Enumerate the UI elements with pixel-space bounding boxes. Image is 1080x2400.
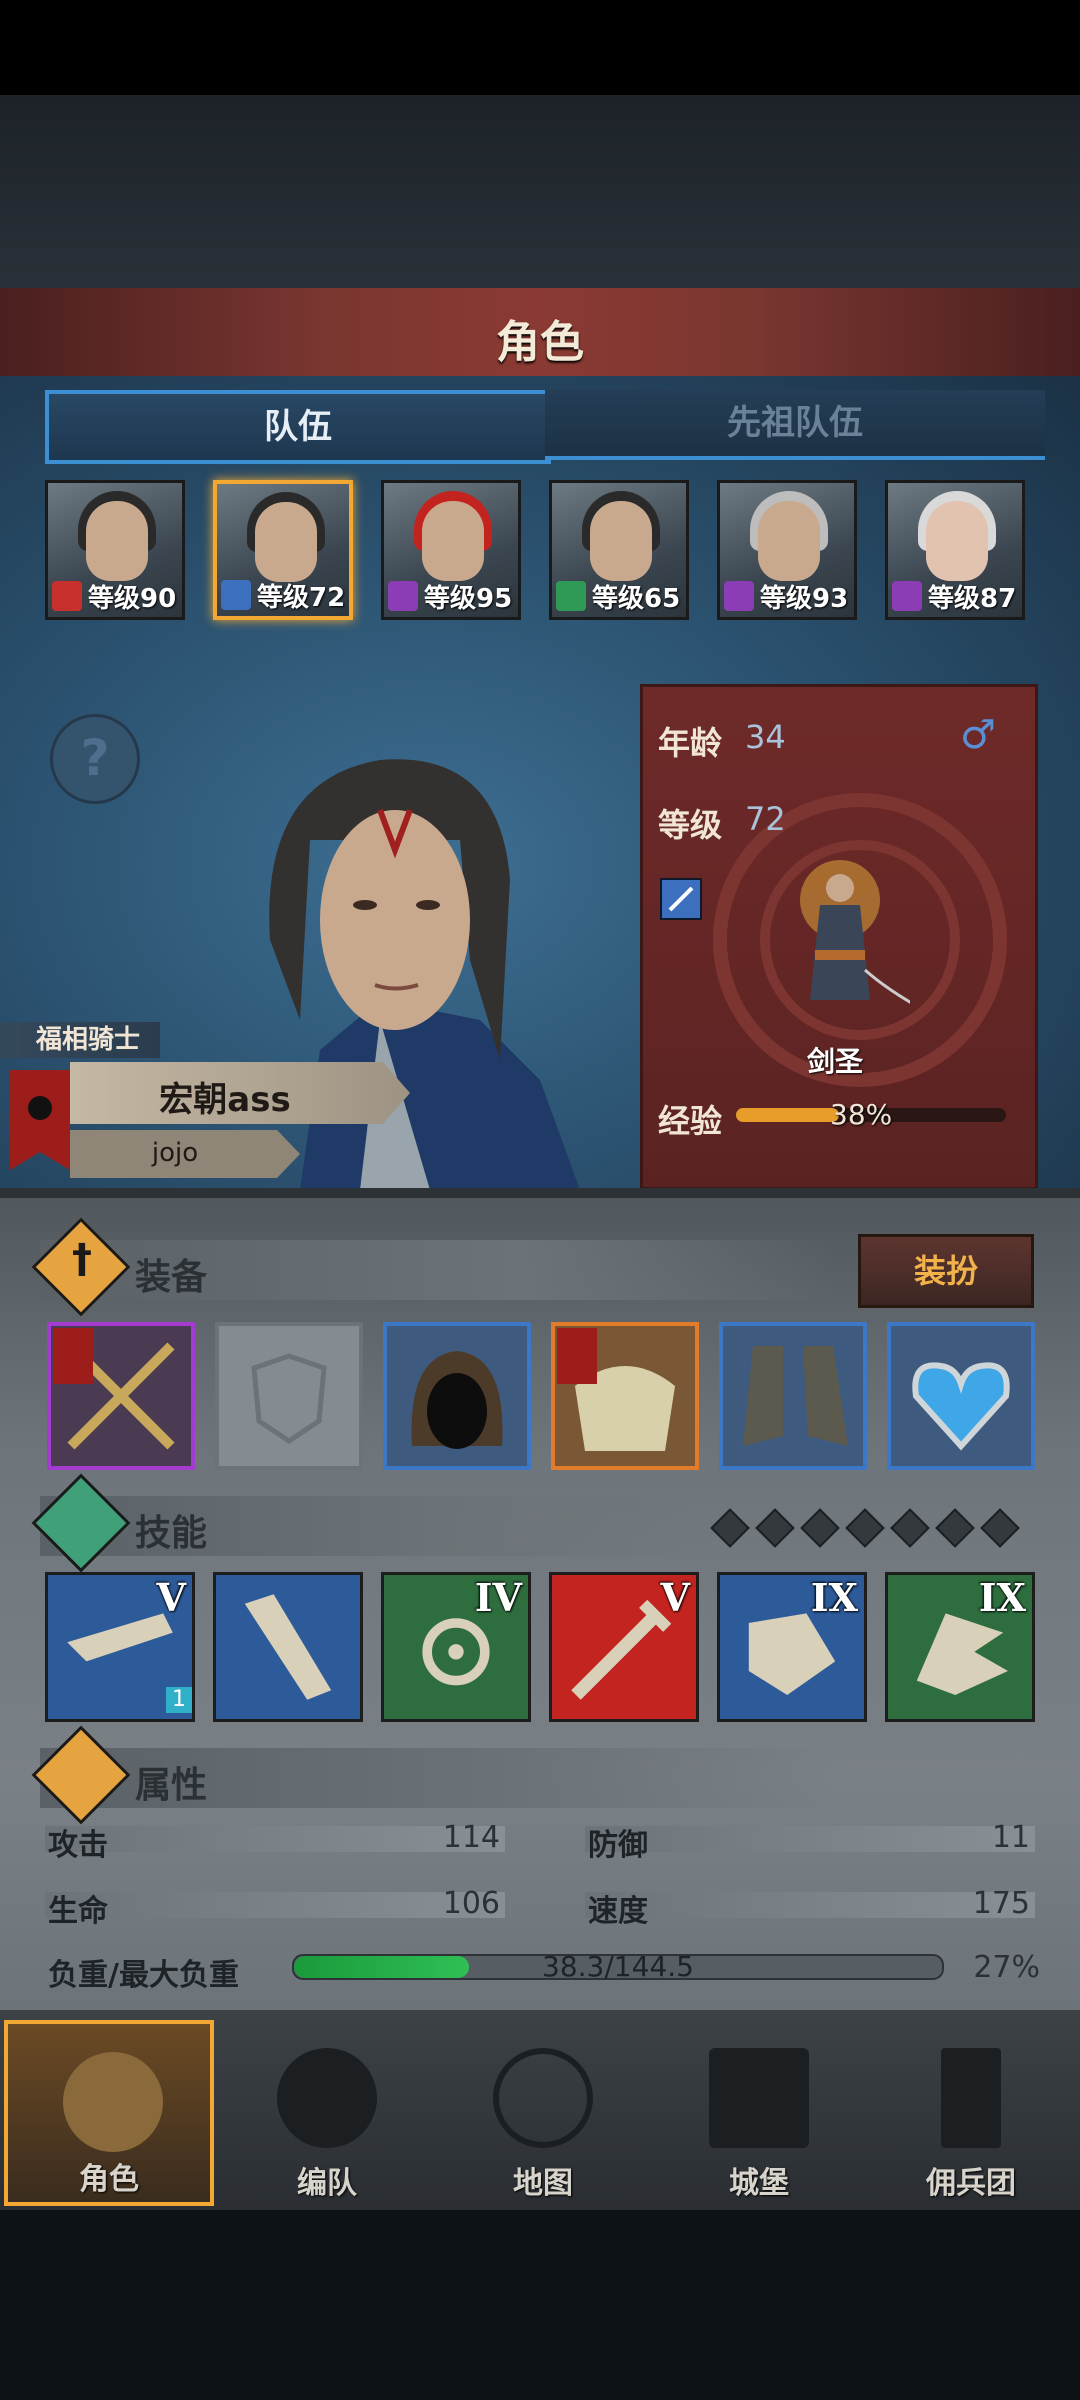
- load-label: 负重/最大负重: [48, 1958, 239, 1993]
- level-label: 等级: [658, 806, 723, 844]
- player-name: jojo: [151, 1138, 199, 1168]
- helmet-icon: [277, 2048, 377, 2148]
- bow-class-icon: [556, 581, 586, 611]
- empty-shield-icon[interactable]: [215, 1322, 363, 1470]
- page-title: 角色: [496, 317, 584, 368]
- hero-slot-5[interactable]: 等级93: [717, 480, 857, 620]
- level-value: 72: [745, 800, 786, 838]
- hero-slot-6[interactable]: 等级87: [885, 480, 1025, 620]
- sword-class-icon: [660, 878, 702, 920]
- system-nav-area: [0, 2210, 1080, 2400]
- boots-icon[interactable]: [719, 1322, 867, 1470]
- age-label: 年龄: [658, 724, 723, 762]
- attributes-title: 属性: [135, 1765, 208, 1806]
- banner-icon: [941, 2048, 1001, 2148]
- defense-value: 11: [991, 1820, 1030, 1855]
- load-percent: 27%: [973, 1950, 1040, 1985]
- header-background: [0, 95, 1080, 290]
- exp-label: 经验: [658, 1102, 723, 1140]
- class-name: 剑圣: [806, 1045, 863, 1078]
- dress-up-button[interactable]: 装扮: [858, 1234, 1034, 1308]
- nav-map[interactable]: 地图: [438, 2020, 648, 2206]
- skill-claw-icon[interactable]: IX: [885, 1572, 1035, 1722]
- crossed-swords-icon[interactable]: [47, 1322, 195, 1470]
- skill-badge: 1: [166, 1687, 192, 1713]
- staff-class-icon: [892, 581, 922, 611]
- load-value: 38.3/144.5: [542, 1950, 694, 1983]
- hero-title: 福相骑士: [0, 1022, 160, 1058]
- exp-percent: 38%: [830, 1098, 893, 1131]
- attack-value: 114: [442, 1820, 500, 1855]
- hood-icon[interactable]: [383, 1322, 531, 1470]
- nav-mercenary[interactable]: 佣兵团: [866, 2020, 1076, 2206]
- nav-castle[interactable]: 城堡: [654, 2020, 864, 2206]
- defense-label: 防御: [588, 1828, 648, 1863]
- help-button[interactable]: ?: [50, 714, 140, 804]
- hero-level: 等级90: [88, 584, 177, 614]
- sword-class-icon: [221, 580, 251, 610]
- title-bar: 角色: [0, 288, 1080, 379]
- age-value: 34: [745, 718, 786, 756]
- skill-shield-burst-icon[interactable]: IX: [717, 1572, 867, 1722]
- tab-ancestor-team[interactable]: 先祖队伍: [545, 390, 1045, 460]
- hero-slot-3[interactable]: 等级95: [381, 480, 521, 620]
- hero-level: 等级65: [592, 584, 681, 614]
- skill-sword-icon[interactable]: V: [549, 1572, 699, 1722]
- hero-name-plate[interactable]: 宏朝ass: [70, 1062, 410, 1124]
- skill-strike-icon[interactable]: [213, 1572, 363, 1722]
- male-icon: ♂: [960, 712, 996, 758]
- player-name-plate: jojo: [70, 1130, 300, 1178]
- castle-icon: [709, 2048, 809, 2148]
- hero-level: 等级93: [760, 584, 849, 614]
- hero-slot-4[interactable]: 等级65: [549, 480, 689, 620]
- tab-team[interactable]: 队伍: [45, 390, 551, 464]
- exp-bar-fill: [736, 1108, 839, 1122]
- nav-formation[interactable]: 编队: [222, 2020, 432, 2206]
- equipment-title: 装备: [135, 1257, 208, 1298]
- heart-amulet-icon[interactable]: [887, 1322, 1035, 1470]
- speed-value: 175: [972, 1886, 1030, 1921]
- skill-target-icon[interactable]: IV: [381, 1572, 531, 1722]
- skills-title: 技能: [135, 1513, 208, 1554]
- hero-level: 等级72: [257, 583, 346, 613]
- knight-icon: [63, 2052, 163, 2152]
- nav-character[interactable]: 角色: [4, 2020, 214, 2206]
- staff-class-icon: [724, 581, 754, 611]
- attack-label: 攻击: [48, 1828, 108, 1863]
- speed-label: 速度: [588, 1894, 648, 1929]
- status-bar: [0, 0, 1080, 95]
- hp-label: 生命: [48, 1894, 108, 1929]
- compass-icon: [493, 2048, 593, 2148]
- staff-class-icon: [388, 581, 418, 611]
- hero-level: 等级87: [928, 584, 1017, 614]
- class-icon: [52, 581, 82, 611]
- class-figure: [800, 860, 910, 1004]
- armor-icon[interactable]: [551, 1322, 699, 1470]
- hp-value: 106: [442, 1886, 500, 1921]
- hero-level: 等级95: [424, 584, 513, 614]
- hero-name: 宏朝ass: [159, 1080, 291, 1120]
- skill-slash-icon[interactable]: V 1: [45, 1572, 195, 1722]
- hero-slot-1[interactable]: 等级90: [45, 480, 185, 620]
- hero-slot-2[interactable]: 等级72: [213, 480, 353, 620]
